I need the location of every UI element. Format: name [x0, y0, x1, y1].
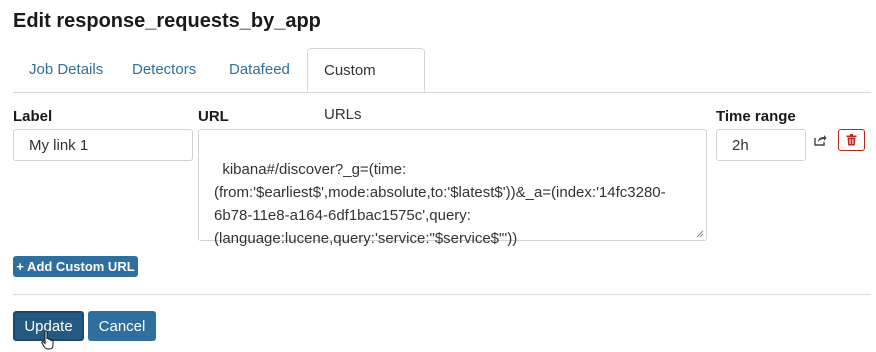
url-header: URL [198, 108, 229, 125]
share-icon [813, 135, 826, 146]
hand-pointer-icon [41, 330, 54, 350]
tab-detectors[interactable]: Detectors [116, 48, 212, 92]
resize-handle-icon[interactable] [696, 230, 704, 238]
tab-bar: Job Details Detectors Datafeed Custom UR… [13, 48, 871, 123]
url-text: kibana#/discover?_g=(time: (from:'$earli… [214, 161, 666, 247]
url-textarea[interactable]: kibana#/discover?_g=(time: (from:'$earli… [198, 129, 707, 247]
test-url-button[interactable] [810, 130, 830, 150]
label-input[interactable] [13, 129, 193, 161]
page-title: Edit response_requests_by_app [13, 10, 321, 32]
tab-job-details[interactable]: Job Details [13, 48, 119, 92]
tab-datafeed[interactable]: Datafeed [213, 48, 306, 92]
time-range-header: Time range [716, 108, 796, 125]
tab-custom-urls[interactable]: Custom URLs [307, 48, 425, 123]
trash-icon [846, 134, 857, 146]
label-header: Label [13, 108, 53, 125]
time-range-input[interactable] [716, 129, 806, 161]
delete-url-button[interactable] [838, 129, 865, 151]
divider [13, 294, 871, 295]
cancel-button[interactable]: Cancel [88, 311, 156, 341]
add-custom-url-button[interactable]: + Add Custom URL [13, 256, 138, 277]
